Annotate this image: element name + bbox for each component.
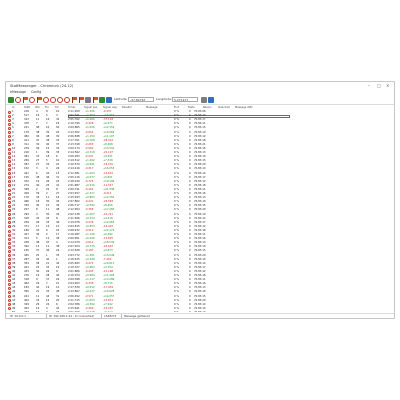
status-count: 1548271 xyxy=(104,314,117,318)
status-divider xyxy=(46,314,47,318)
status-connection: IP: 192.168.1.24 : 9 (connected) xyxy=(49,314,95,318)
status-ip: IP: 10.0.0.1 xyxy=(10,314,26,318)
flag-icon[interactable] xyxy=(78,97,84,103)
toolbar: Latitude: -37.82767 Longitude: 5.271477 xyxy=(6,95,394,105)
cell-sp: +0.618 xyxy=(85,311,95,312)
record-icon[interactable] xyxy=(50,97,56,103)
cell-fro: 7 xyxy=(46,311,48,312)
status-message: Message gathered xyxy=(124,314,150,318)
latitude-label: Latitude: xyxy=(114,97,128,102)
cell-wlo: 13 xyxy=(36,311,39,312)
latitude-input[interactable]: -37.82767 xyxy=(128,97,154,102)
cell-tlo: 32 xyxy=(56,311,59,312)
export-icon[interactable] xyxy=(85,97,91,103)
cell-resolv: 70.83.17 xyxy=(194,311,206,312)
globe-icon[interactable] xyxy=(106,97,112,103)
flag-icon[interactable] xyxy=(22,97,28,103)
flag-icon[interactable] xyxy=(71,97,77,103)
status-bar: IP: 10.0.0.1 IP: 192.168.1.24 : 9 (conne… xyxy=(6,313,394,318)
record-icon[interactable] xyxy=(15,97,21,103)
close-button[interactable]: × xyxy=(386,82,389,90)
longitude-input[interactable]: 5.271477 xyxy=(172,97,198,102)
flag-icon[interactable] xyxy=(92,97,98,103)
maximize-button[interactable]: □ xyxy=(377,82,381,90)
window-title: StatMessenger - Chromium (24.12) xyxy=(10,84,74,88)
cell-sn: +6.417 xyxy=(103,311,113,312)
status-divider xyxy=(101,314,102,318)
messages-table: Id SUID Wlo Fro Tlo Timer Signal pos Sig… xyxy=(8,106,392,312)
record-icon[interactable] xyxy=(43,97,49,103)
connect-icon[interactable] xyxy=(8,97,14,103)
minimize-button[interactable]: – xyxy=(368,82,370,90)
cell-suid: 463 xyxy=(24,311,29,312)
status-divider xyxy=(121,314,122,318)
cell-flut: 0 % xyxy=(174,311,179,312)
flag-icon[interactable] xyxy=(36,97,42,103)
longitude-label: Longitude: xyxy=(156,97,172,102)
title-bar: StatMessenger - Chromium (24.12) – □ × xyxy=(6,82,394,90)
cell-fasts: 0 xyxy=(189,311,191,312)
stop-icon[interactable] xyxy=(29,97,35,103)
map-icon[interactable] xyxy=(208,97,214,103)
record-icon[interactable] xyxy=(57,97,63,103)
cell-timer: 2:01:200 xyxy=(68,311,80,312)
settings-icon[interactable] xyxy=(201,97,207,103)
check-icon[interactable] xyxy=(99,97,105,103)
table-row[interactable]: 50 463 13 7 32 2:01:200 +0.618 +6.417 0 % 070.83.… xyxy=(8,311,392,312)
app-window: StatMessenger - Chromium (24.12) – □ × e… xyxy=(5,81,395,319)
record-icon[interactable] xyxy=(64,97,70,103)
cell-id: 50 xyxy=(12,311,15,312)
